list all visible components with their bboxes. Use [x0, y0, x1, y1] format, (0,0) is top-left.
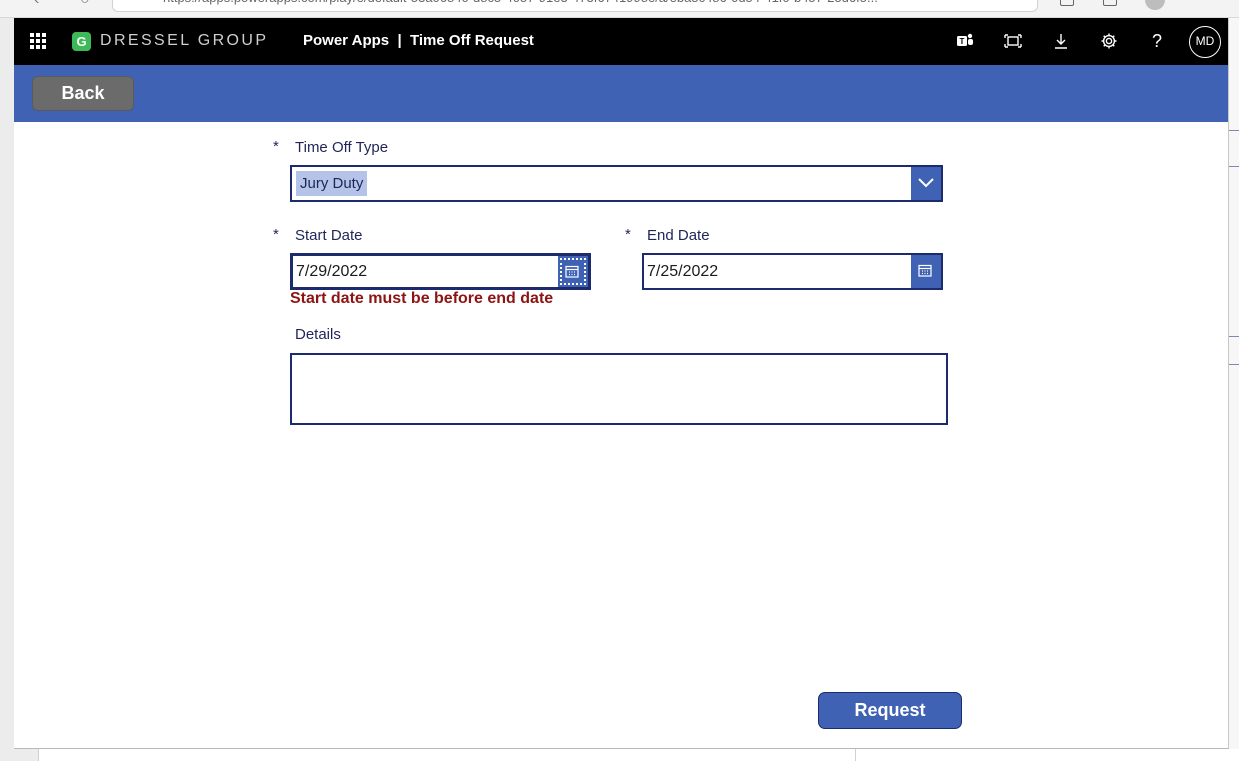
teams-icon[interactable]: T — [954, 30, 976, 52]
app-window: G DRESSEL GROUP Power Apps | Time Off Re… — [14, 18, 1229, 749]
time-off-type-value: Jury Duty — [296, 171, 368, 196]
profile-avatar[interactable] — [1145, 0, 1165, 10]
user-avatar[interactable]: MD — [1189, 26, 1221, 58]
app-launcher-icon[interactable] — [30, 33, 46, 49]
end-date-label: End Date — [647, 227, 710, 244]
end-date-picker[interactable] — [642, 253, 943, 290]
address-bar[interactable]: https://apps.powerapps.com/play/e/defaul… — [112, 0, 1038, 12]
collections-icon[interactable] — [1103, 0, 1117, 6]
top-bar: G DRESSEL GROUP Power Apps | Time Off Re… — [14, 18, 1228, 65]
back-arrow-icon[interactable]: ‹ — [34, 0, 39, 9]
time-off-type-dropdown[interactable]: Jury Duty — [290, 165, 943, 202]
gear-icon[interactable] — [1098, 30, 1120, 52]
start-date-input[interactable] — [293, 256, 588, 287]
required-marker: * — [625, 226, 631, 243]
favorites-icon[interactable] — [1060, 0, 1074, 6]
start-date-picker[interactable] — [290, 253, 591, 290]
browser-toolbar: ‹ ○ https://apps.powerapps.com/play/e/de… — [0, 0, 1239, 18]
back-button[interactable]: Back — [32, 76, 134, 111]
time-off-type-label: Time Off Type — [295, 139, 389, 156]
brand-name: DRESSEL GROUP — [100, 32, 269, 49]
request-button[interactable]: Request — [818, 692, 962, 729]
help-icon[interactable]: ? — [1146, 30, 1168, 52]
calendar-icon[interactable] — [558, 256, 588, 287]
details-textarea[interactable] — [290, 353, 948, 425]
background-window-bottom — [38, 749, 1239, 761]
end-date-input[interactable] — [644, 255, 941, 288]
calendar-icon[interactable] — [911, 255, 941, 288]
download-icon[interactable] — [1050, 30, 1072, 52]
app-header: Back — [14, 65, 1228, 122]
start-date-label: Start Date — [295, 227, 363, 244]
app-title: Power Apps | Time Off Request — [303, 32, 534, 49]
background-window-edge — [1229, 18, 1239, 749]
refresh-icon[interactable]: ○ — [80, 0, 90, 9]
required-marker: * — [273, 138, 279, 155]
chevron-down-icon[interactable] — [911, 167, 941, 200]
fit-screen-icon[interactable] — [1002, 30, 1024, 52]
brand-logo: G — [72, 32, 91, 51]
svg-text:T: T — [960, 37, 965, 46]
required-marker: * — [273, 226, 279, 243]
details-label: Details — [295, 326, 341, 343]
date-error-message: Start date must be before end date — [290, 290, 554, 307]
